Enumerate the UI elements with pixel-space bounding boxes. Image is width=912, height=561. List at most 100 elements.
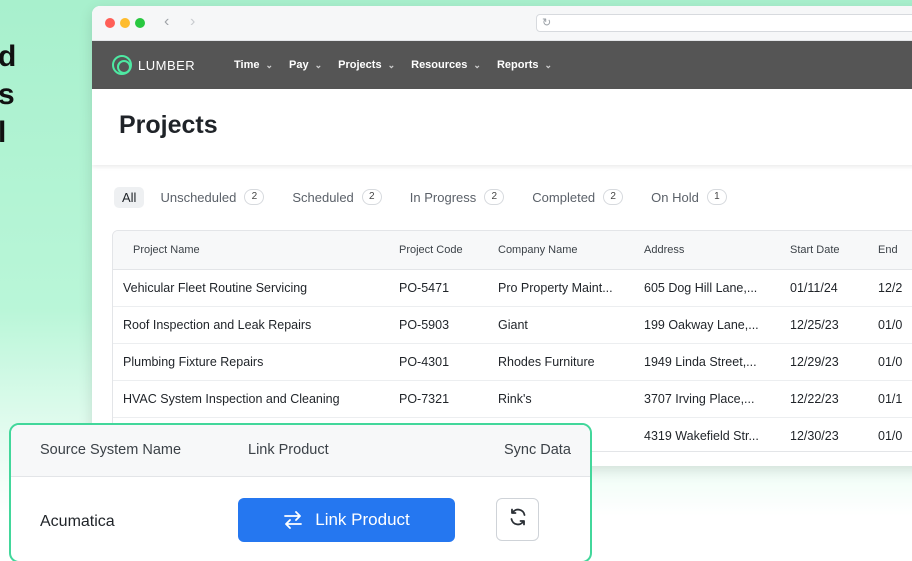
header-link-product: Link Product	[248, 442, 329, 458]
sync-data-button[interactable]	[496, 498, 539, 541]
tab-unscheduled[interactable]: Unscheduled 2	[160, 189, 265, 205]
headline-line: d	[0, 40, 17, 73]
sync-card-header: Source System Name Link Product Sync Dat…	[11, 425, 590, 477]
tab-count-badge: 2	[361, 189, 382, 205]
cell-company-name: Giant	[488, 306, 634, 344]
menu-item-label: Pay	[289, 59, 309, 71]
cell-start-date: 12/25/23	[780, 306, 868, 344]
column-header-company-name[interactable]: Company Name	[488, 231, 634, 270]
back-arrow-icon[interactable]: ‹	[164, 13, 169, 31]
header-sync-data: Sync Data	[504, 442, 571, 458]
menu-item-reports[interactable]: Reports ⌄	[497, 59, 552, 71]
cell-company-name: Pro Property Maint...	[488, 269, 634, 307]
tab-all[interactable]: All	[114, 186, 145, 208]
menu-item-pay[interactable]: Pay ⌄	[289, 59, 322, 71]
chevron-down-icon: ⌄	[314, 59, 323, 70]
cell-start-date: 12/30/23	[780, 417, 868, 451]
table-row[interactable]: HVAC System Inspection and Cleaning PO-7…	[113, 380, 912, 418]
header-source-system-name: Source System Name	[40, 442, 182, 458]
cell-address: 1949 Linda Street,...	[634, 343, 780, 381]
cell-company-name: Rhodes Furniture	[488, 343, 634, 381]
column-header-start-date[interactable]: Start Date	[780, 231, 868, 270]
tab-label: Completed	[532, 189, 596, 205]
cell-end-date: 01/0	[868, 417, 912, 451]
background-headline: d s l	[0, 38, 16, 152]
tab-label: On Hold	[651, 189, 699, 205]
page-header: Projects	[92, 89, 912, 165]
close-window-button[interactable]	[105, 18, 115, 28]
brand[interactable]: LUMBER	[112, 55, 195, 75]
refresh-icon	[508, 507, 528, 532]
chevron-down-icon: ⌄	[387, 59, 396, 70]
menu-item-label: Time	[234, 59, 260, 71]
menu-item-projects[interactable]: Projects ⌄	[338, 59, 395, 71]
browser-window: ‹ › ↻ LUMBER Time ⌄ Pay ⌄ Projects ⌄ Res…	[92, 6, 912, 466]
cell-start-date: 01/11/24	[780, 269, 868, 307]
cell-end-date: 01/0	[868, 343, 912, 381]
cell-start-date: 12/22/23	[780, 380, 868, 418]
cell-address: 605 Dog Hill Lane,...	[634, 269, 780, 307]
cell-company-name: Rink's	[488, 380, 634, 418]
cell-project-name: Plumbing Fixture Repairs	[113, 343, 389, 381]
page-title: Projects	[119, 111, 218, 139]
tab-label: All	[122, 189, 137, 205]
menu-item-label: Resources	[411, 59, 468, 71]
cell-project-name: Vehicular Fleet Routine Servicing	[113, 269, 389, 307]
cell-project-code: PO-4301	[389, 343, 488, 381]
column-header-project-code[interactable]: Project Code	[389, 231, 488, 270]
browser-chrome: ‹ › ↻	[92, 6, 912, 41]
menu-item-label: Reports	[496, 59, 539, 71]
status-tabs: All Unscheduled 2 Scheduled 2 In Progres…	[114, 186, 755, 208]
table-row[interactable]: Vehicular Fleet Routine Servicing PO-547…	[113, 269, 912, 307]
column-header-project-name[interactable]: Project Name	[113, 231, 389, 270]
source-system-value: Acumatica	[40, 513, 115, 530]
tab-count-badge: 2	[603, 189, 624, 205]
chevron-down-icon: ⌄	[265, 59, 274, 70]
minimize-window-button[interactable]	[120, 18, 130, 28]
cell-address: 3707 Irving Place,...	[634, 380, 780, 418]
maximize-window-button[interactable]	[135, 18, 145, 28]
menu-item-label: Projects	[338, 59, 382, 71]
tab-label: Unscheduled	[160, 189, 237, 205]
cell-start-date: 12/29/23	[780, 343, 868, 381]
lumber-logo-icon	[112, 55, 132, 75]
column-header-address[interactable]: Address	[634, 231, 780, 270]
sync-card: Source System Name Link Product Sync Dat…	[9, 423, 592, 561]
column-header-end-date[interactable]: End	[868, 231, 912, 270]
cell-project-name: Roof Inspection and Leak Repairs	[113, 306, 389, 344]
menu-item-time[interactable]: Time ⌄	[234, 59, 273, 71]
cell-project-code: PO-5471	[389, 269, 488, 307]
headline-line: s	[0, 78, 15, 111]
cell-project-code: PO-5903	[389, 306, 488, 344]
tab-on-hold[interactable]: On Hold 1	[651, 189, 727, 205]
headline-line: l	[0, 116, 7, 149]
tab-count-badge: 2	[244, 189, 265, 205]
table-header-row: Project Name Project Code Company Name A…	[113, 231, 912, 270]
tab-completed[interactable]: Completed 2	[532, 189, 624, 205]
swap-arrows-icon	[283, 511, 303, 529]
tab-label: Scheduled	[292, 189, 354, 205]
table-row[interactable]: Roof Inspection and Leak Repairs PO-5903…	[113, 306, 912, 344]
forward-arrow-icon[interactable]: ›	[190, 13, 195, 31]
tab-label: In Progress	[409, 189, 477, 205]
main-menu: Time ⌄ Pay ⌄ Projects ⌄ Resources ⌄ Repo…	[234, 41, 568, 89]
table-row[interactable]: Plumbing Fixture Repairs PO-4301 Rhodes …	[113, 343, 912, 381]
cell-end-date: 01/1	[868, 380, 912, 418]
projects-table: Project Name Project Code Company Name A…	[112, 230, 912, 452]
cell-end-date: 12/2	[868, 269, 912, 307]
link-product-button[interactable]: Link Product	[238, 498, 455, 542]
tab-count-badge: 1	[706, 189, 727, 205]
sync-card-row: Acumatica Link Product	[11, 477, 590, 561]
tab-count-badge: 2	[484, 189, 505, 205]
reload-icon[interactable]: ↻	[542, 16, 551, 29]
cell-address: 199 Oakway Lane,...	[634, 306, 780, 344]
address-bar[interactable]: ↻	[536, 14, 912, 32]
cell-address: 4319 Wakefield Str...	[634, 417, 780, 451]
brand-name: LUMBER	[138, 57, 196, 73]
tab-in-progress[interactable]: In Progress 2	[409, 189, 505, 205]
chevron-down-icon: ⌄	[473, 59, 481, 70]
cell-project-code: PO-7321	[389, 380, 488, 418]
tab-scheduled[interactable]: Scheduled 2	[292, 189, 382, 205]
menu-item-resources[interactable]: Resources ⌄	[411, 59, 481, 71]
app-navbar: LUMBER Time ⌄ Pay ⌄ Projects ⌄ Resources…	[92, 41, 912, 89]
